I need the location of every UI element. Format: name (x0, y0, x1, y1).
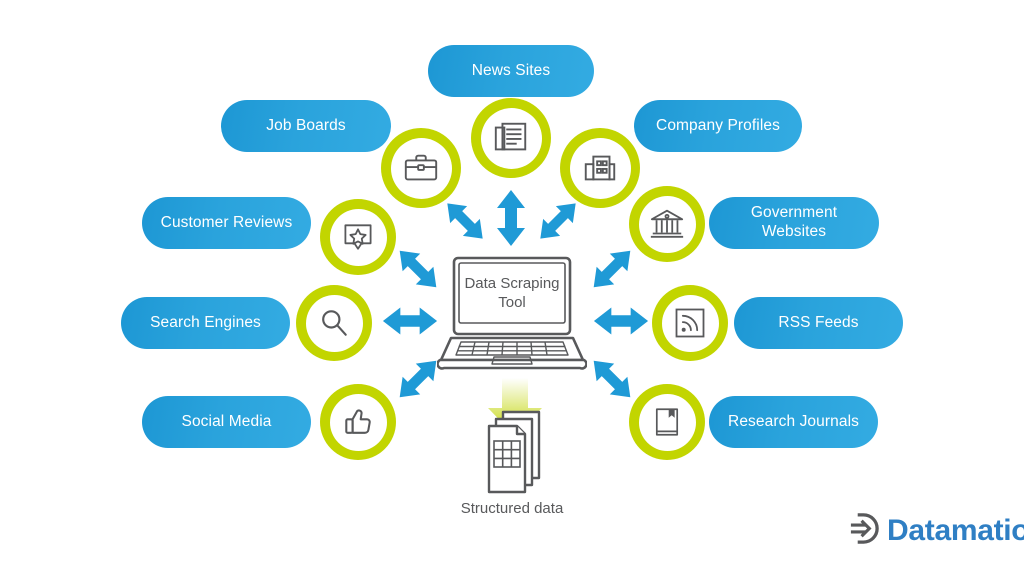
structured-data-label-text: Structured data (460, 500, 564, 517)
source-label-government-websites-line1: Government (750, 204, 838, 222)
structured-data-output (455, 378, 575, 498)
briefcase-icon (390, 137, 452, 199)
source-icon-ring-search-engines[interactable] (296, 285, 372, 361)
source-pill-government-websites[interactable]: Government Websites (709, 197, 879, 249)
datamation-logo-text: Datamation (887, 514, 1024, 547)
source-icon-ring-rss-feeds[interactable] (652, 285, 728, 361)
connector-arrow-government-websites (583, 240, 641, 298)
source-label-news-sites: News Sites (471, 61, 551, 79)
source-label-rss-feeds: RSS Feeds (778, 313, 859, 331)
source-icon-ring-customer-reviews[interactable] (320, 199, 396, 275)
source-label-job-boards: Job Boards (266, 116, 346, 134)
laptop-screen-label: Data Scraping Tool (437, 275, 587, 313)
diagram-canvas: News Sites Job Boards Company Profiles C… (0, 0, 1024, 569)
thumbs-up-icon (329, 393, 387, 451)
source-pill-rss-feeds[interactable]: RSS Feeds (734, 297, 903, 349)
source-label-social-media: Social Media (181, 412, 272, 430)
book-icon (638, 393, 696, 451)
source-label-customer-reviews: Customer Reviews (160, 213, 293, 231)
source-label-government-websites-line2: Websites (761, 223, 827, 240)
connector-arrow-research-journals (583, 350, 641, 408)
source-label-search-engines: Search Engines (150, 313, 261, 331)
laptop-screen-label-line2: Tool (498, 293, 526, 311)
documents-stack-icon (487, 410, 541, 494)
source-label-company-profiles: Company Profiles (656, 116, 780, 134)
laptop-screen-label-line1: Data Scraping (464, 275, 560, 292)
magnifier-icon (305, 294, 363, 352)
rss-icon (661, 294, 719, 352)
connector-arrow-company-profiles (530, 193, 586, 249)
datamation-logo[interactable]: Datamation (848, 512, 1024, 550)
source-label-research-journals: Research Journals (728, 412, 859, 430)
datamation-d-arrow-icon (848, 512, 881, 550)
connector-arrow-news-sites (493, 188, 529, 248)
source-pill-social-media[interactable]: Social Media (142, 396, 311, 448)
source-pill-company-profiles[interactable]: Company Profiles (634, 100, 802, 152)
source-pill-research-journals[interactable]: Research Journals (709, 396, 878, 448)
source-icon-ring-news-sites[interactable] (471, 98, 551, 178)
office-building-icon (569, 137, 631, 199)
source-pill-customer-reviews[interactable]: Customer Reviews (142, 197, 311, 249)
newspaper-icon (480, 107, 542, 169)
source-icon-ring-social-media[interactable] (320, 384, 396, 460)
bank-building-icon (638, 195, 696, 253)
data-scraping-tool-node[interactable]: Data Scraping Tool (436, 256, 588, 374)
source-pill-search-engines[interactable]: Search Engines (121, 297, 290, 349)
source-pill-job-boards[interactable]: Job Boards (221, 100, 391, 152)
connector-arrow-search-engines (381, 303, 439, 339)
source-pill-news-sites[interactable]: News Sites (428, 45, 594, 97)
structured-data-label: Structured data (412, 500, 612, 517)
review-star-icon (329, 208, 387, 266)
connector-arrow-rss-feeds (592, 303, 650, 339)
